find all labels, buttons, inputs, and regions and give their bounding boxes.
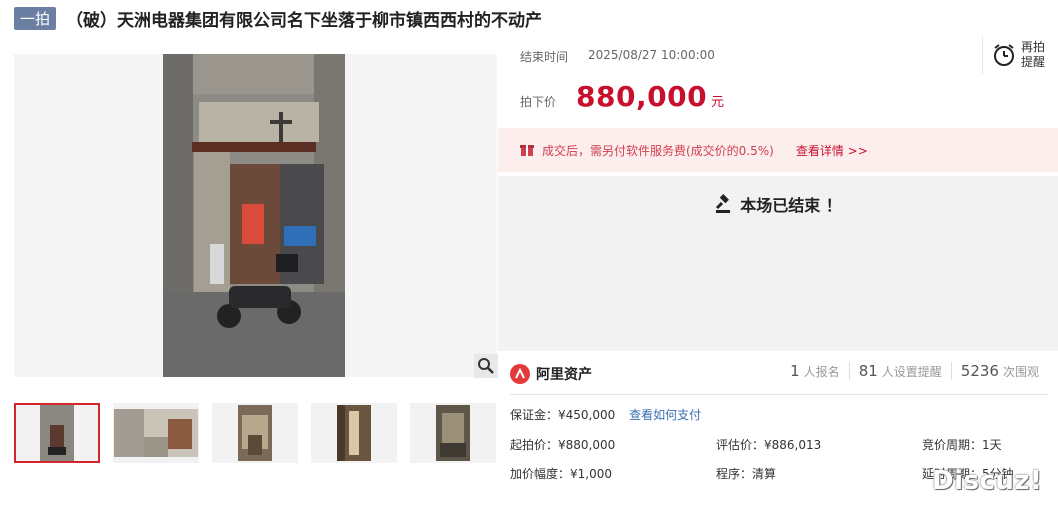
provider-row: 阿里资产 1 人报名 81 人设置提醒 5236 次围观 (498, 356, 1058, 392)
stat-num: 81 (858, 362, 878, 380)
price-unit: 元 (711, 95, 725, 110)
deposit-row: 保证金：¥450,000 查看如何支付 (510, 406, 701, 423)
auction-ended-panel: 本场已结束 ！ (498, 176, 1058, 351)
stat-num: 1 (790, 362, 800, 380)
thumbnail-5[interactable] (410, 403, 496, 463)
stat-label: 人报名 (803, 365, 840, 379)
remind-label: 再拍 提醒 (1021, 40, 1045, 70)
price-label: 拍下价 (520, 95, 557, 109)
stat-views: 5236 次围观 (950, 362, 1048, 380)
property-photo (163, 54, 345, 377)
end-time-label: 结束时间 (520, 50, 569, 64)
price-value: 880,000 (576, 80, 708, 113)
zoom-button[interactable] (474, 354, 498, 378)
end-time-row: 结束时间 2025/08/27 10:00:00 (520, 48, 715, 65)
main-photo[interactable] (14, 54, 497, 377)
remind-button[interactable]: 再拍 提醒 (982, 36, 1058, 74)
start-price: 起拍价：¥880,000 (510, 438, 616, 452)
ended-status: 本场已结束 ！ (498, 192, 1058, 216)
stat-label: 人设置提醒 (881, 365, 942, 379)
gift-icon (520, 145, 534, 156)
thumbnail-strip (14, 403, 496, 463)
stat-reminders: 81 人设置提醒 (848, 362, 951, 380)
divider (510, 394, 1048, 395)
fee-text: 成交后，需另付软件服务费(成交价的0.5%) (542, 143, 774, 158)
bid-increment: 加价幅度：¥1,000 (510, 467, 612, 481)
remind-line-1: 再拍 (1021, 40, 1046, 54)
end-time-value: 2025/08/27 10:00:00 (588, 48, 715, 62)
thumbnail-2[interactable] (113, 403, 199, 463)
watermark: Discuz! (932, 466, 1043, 496)
deposit-value: 保证金：¥450,000 (510, 408, 616, 422)
provider-name: 阿里资产 (536, 367, 592, 383)
round-tag: 一拍 (14, 6, 57, 30)
ali-assets-logo-icon (510, 364, 530, 384)
how-to-pay-link[interactable]: 查看如何支付 (629, 408, 701, 422)
fee-detail-link[interactable]: 查看详情 >> (796, 142, 868, 159)
alarm-clock-icon (994, 44, 1014, 66)
fee-notice: 成交后，需另付软件服务费(成交价的0.5%) 查看详情 >> (498, 128, 1058, 172)
ended-text: 本场已结束 ！ (740, 196, 842, 215)
price-row: 拍下价 880,000 元 (520, 80, 724, 113)
thumbnail-1[interactable] (14, 403, 100, 463)
stats: 1 人报名 81 人设置提醒 5236 次围观 (781, 362, 1048, 380)
thumbnail-4[interactable] (311, 403, 397, 463)
remind-line-2: 提醒 (1021, 55, 1046, 69)
thumbnail-3[interactable] (212, 403, 298, 463)
stat-label: 次围观 (1002, 365, 1039, 379)
auction-info: 结束时间 2025/08/27 10:00:00 拍下价 880,000 元 (498, 32, 1058, 128)
page-title: （破）天洲电器集团有限公司名下坐落于柳市镇西西村的不动产 (66, 10, 543, 31)
magnifier-icon (478, 358, 494, 374)
title-row: 一拍 （破）天洲电器集团有限公司名下坐落于柳市镇西西村的不动产 (14, 6, 543, 31)
procedure: 程序：清算 (716, 467, 777, 481)
stat-signups: 1 人报名 (781, 362, 849, 380)
bid-cycle: 竞价周期：1天 (922, 438, 1002, 452)
stat-num: 5236 (960, 362, 999, 380)
appraisal-price: 评估价：¥886,013 (716, 438, 822, 452)
gavel-icon (716, 194, 731, 213)
